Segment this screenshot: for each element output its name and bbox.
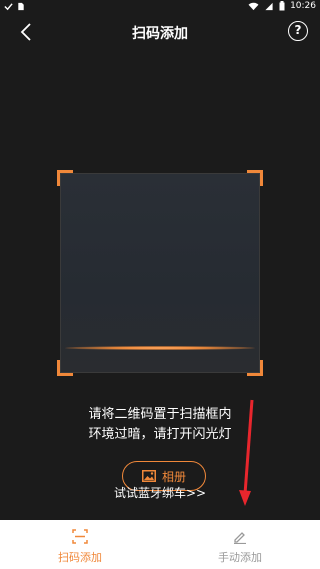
scan-corner-bottom-right [247, 360, 263, 376]
wifi-icon [248, 2, 259, 10]
status-right-area: 10:26 [248, 1, 316, 11]
tab-manual-add[interactable]: 手动添加 [160, 520, 320, 569]
header: 扫码添加 ? [0, 16, 320, 48]
scan-frame [57, 170, 263, 376]
bluetooth-bind-link[interactable]: 试试蓝牙绑车>> [0, 484, 320, 501]
battery-icon [279, 1, 285, 11]
pencil-icon [234, 532, 246, 544]
tab-manual-add-label: 手动添加 [218, 551, 262, 564]
check-icon [4, 3, 13, 11]
scan-corner-top-left [57, 170, 73, 186]
bottom-tab-bar: 扫码添加 手动添加 [0, 520, 320, 569]
scan-hint-line2: 环境过暗，请打开闪光灯 [88, 427, 232, 442]
page-title: 扫码添加 [132, 26, 188, 42]
scan-hint-line1: 请将二维码置于扫描框内 [88, 407, 232, 422]
scan-hint: 请将二维码置于扫描框内 环境过暗，请打开闪光灯 [0, 405, 320, 445]
scan-corner-top-right [247, 170, 263, 186]
album-button-label: 相册 [161, 469, 186, 484]
sim-card-icon [18, 2, 24, 11]
scan-corner-bottom-left [57, 360, 73, 376]
tab-scan-add[interactable]: 扫码添加 [0, 520, 160, 569]
scan-viewfinder [60, 173, 260, 373]
scan-icon [72, 529, 88, 544]
image-icon [141, 470, 156, 482]
signal-icon [265, 2, 273, 10]
status-bar: 10:26 [0, 0, 320, 14]
tab-scan-add-label: 扫码添加 [58, 551, 102, 564]
help-button[interactable]: ? [288, 21, 308, 41]
annotation-arrow [239, 399, 254, 506]
status-left-icons [4, 2, 25, 11]
status-time: 10:26 [290, 1, 316, 11]
scan-line [65, 346, 255, 350]
